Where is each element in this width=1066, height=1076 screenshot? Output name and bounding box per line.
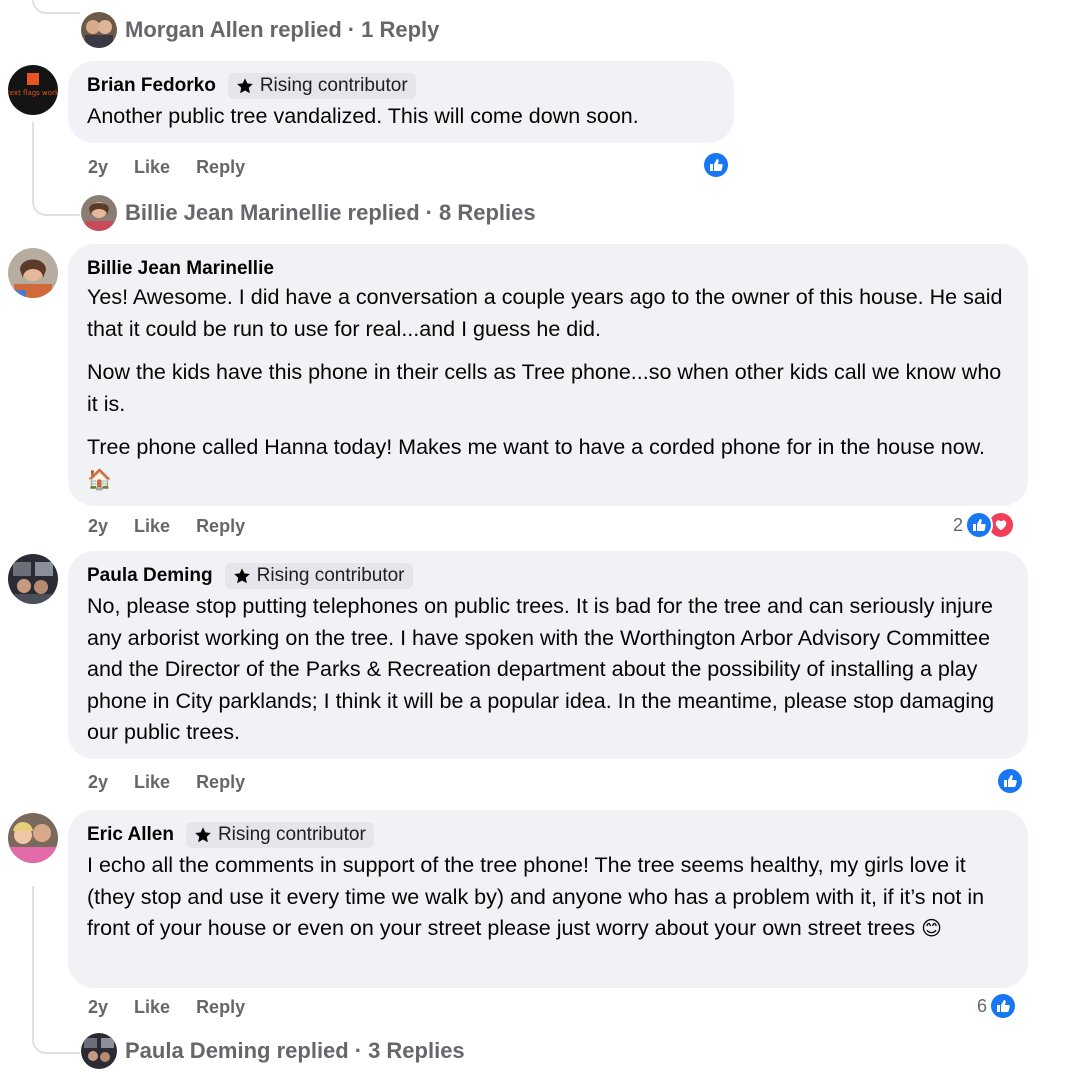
star-icon [233,568,250,584]
like-reaction-icon [989,992,1018,1020]
comment-actions: 2y Like Reply [88,997,271,1018]
reaction-summary[interactable] [702,151,730,179]
comment-actions: 2y Like Reply [88,772,271,793]
thread-connector [32,180,80,216]
reaction-count: 2 [953,514,964,535]
comment-text: I echo all the comments in support of th… [87,853,985,940]
avatar[interactable] [8,248,58,298]
replied-label: Morgan Allen replied [125,17,342,42]
rising-contributor-badge: Rising contributor [227,73,416,99]
avatar [81,12,117,48]
avatar[interactable] [8,554,58,604]
rising-contributor-badge: Rising contributor [185,822,374,848]
avatar[interactable]: text flags work [8,65,58,115]
like-button[interactable]: Like [134,772,170,793]
smile-emoji: 😊 [921,918,943,940]
reaction-summary[interactable]: 6 [977,992,1018,1020]
comment-author[interactable]: Paula Deming [87,565,213,587]
replied-label: Billie Jean Marinellie replied [125,200,420,225]
comment-time[interactable]: 2y [88,157,108,178]
comment-actions: 2y Like Reply [88,516,271,537]
comment-bubble: Paula Deming Rising contributor No, plea… [68,551,1028,759]
comment-text: Another public tree vandalized. This wil… [87,104,639,128]
house-emoji: 🏠 [87,468,112,491]
reply-count: 8 Replies [439,200,536,225]
comment-bubble: Billie Jean Marinellie Yes! Awesome. I d… [68,244,1028,506]
like-reaction-icon [702,151,730,179]
reply-button[interactable]: Reply [196,157,245,178]
star-icon [236,78,253,94]
avatar [81,195,117,231]
comment-bubble: Brian Fedorko Rising contributor Another… [68,61,734,143]
comment-time[interactable]: 2y [88,772,108,793]
like-reaction-icon [996,767,1024,795]
comment-bubble: Eric Allen Rising contributor I echo all… [68,810,1028,988]
comment-author[interactable]: Billie Jean Marinellie [87,256,1009,282]
comment-author[interactable]: Brian Fedorko [87,75,216,97]
view-replies-link[interactable]: Paula Deming replied · 3 Replies [81,1032,465,1070]
reply-count: 1 Reply [361,17,440,42]
separator: · [354,1038,363,1063]
view-replies-link[interactable]: Morgan Allen replied · 1 Reply [81,11,439,49]
reaction-summary[interactable]: 2 [953,511,1016,539]
reaction-count: 6 [977,995,988,1016]
reply-button[interactable]: Reply [196,772,245,793]
avatar[interactable] [8,813,58,863]
separator: · [425,200,433,225]
reply-button[interactable]: Reply [196,997,245,1018]
star-icon [195,827,211,843]
reaction-summary[interactable] [996,767,1024,795]
thread-connector [32,0,80,14]
separator: · [347,17,356,42]
comment-text: No, please stop putting telephones on pu… [87,594,995,744]
comment-time[interactable]: 2y [88,997,108,1018]
comment-author[interactable]: Eric Allen [87,824,174,846]
reply-button[interactable]: Reply [196,516,245,537]
view-replies-link[interactable]: Billie Jean Marinellie replied · 8 Repli… [81,194,536,232]
like-reaction-icon [965,511,994,539]
avatar [81,1033,117,1069]
replied-label: Paula Deming replied [125,1038,349,1063]
comment-time[interactable]: 2y [88,516,108,537]
comment-text: Yes! Awesome. I did have a conversation … [87,285,1003,491]
like-button[interactable]: Like [134,997,170,1018]
reply-count: 3 Replies [368,1038,465,1063]
like-button[interactable]: Like [134,157,170,178]
avatar-logo-text: text flags work [8,89,58,97]
comment-actions: 2y Like Reply [88,157,271,178]
rising-contributor-badge: Rising contributor [224,563,413,589]
like-button[interactable]: Like [134,516,170,537]
